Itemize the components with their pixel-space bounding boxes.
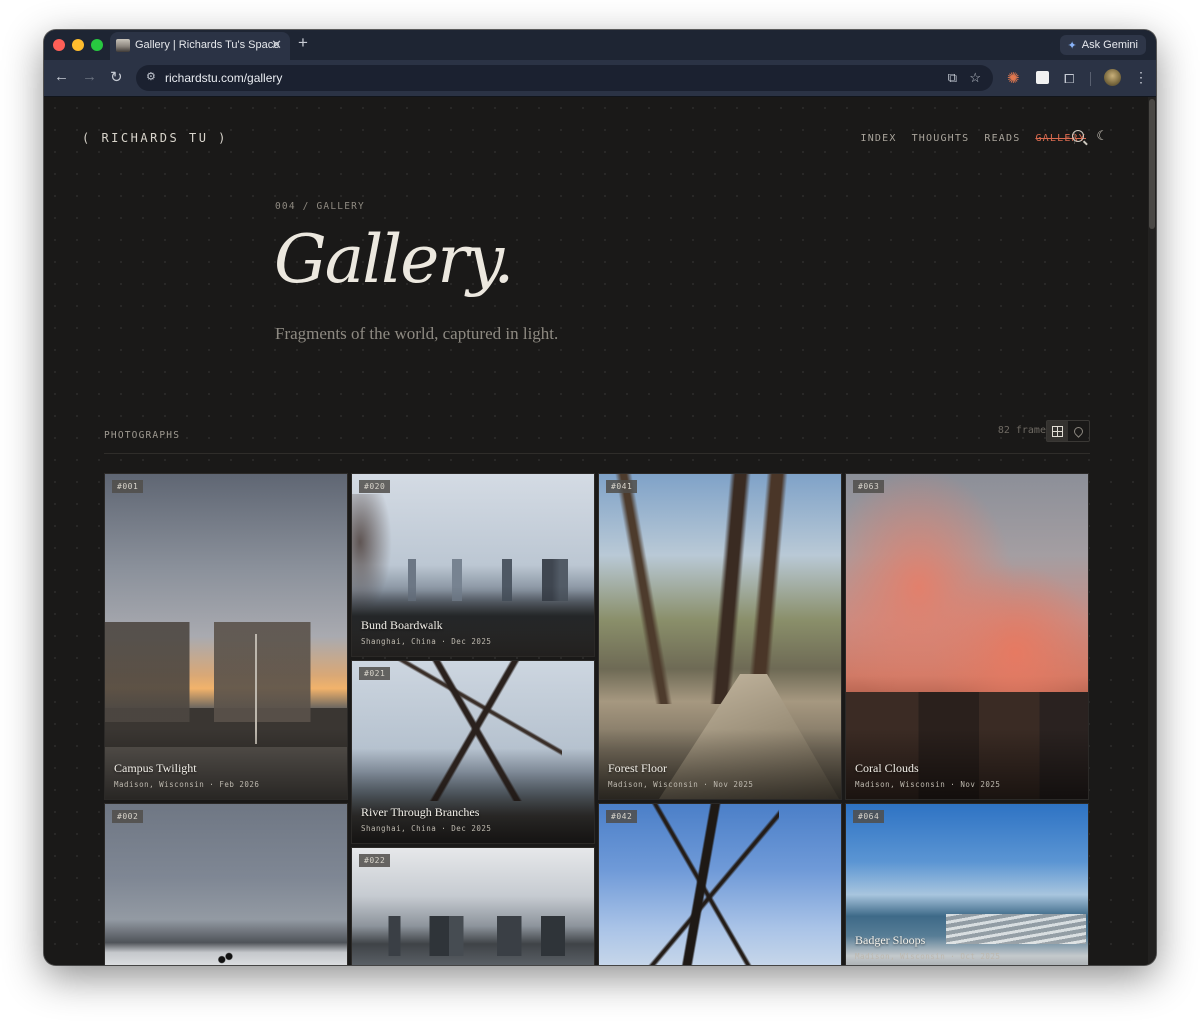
- photo-image: [105, 622, 347, 722]
- photo-caption: River Through Branches Shanghai, China ·…: [361, 805, 491, 833]
- profile-avatar[interactable]: [1104, 69, 1121, 86]
- photo-number: #021: [359, 667, 391, 680]
- browser-window: Gallery | Richards Tu's Space ✕ + ✦ Ask …: [44, 30, 1156, 965]
- tab-bar: Gallery | Richards Tu's Space ✕ + ✦ Ask …: [44, 30, 1156, 60]
- close-tab-icon[interactable]: ✕: [271, 37, 282, 53]
- photo-card[interactable]: #064 Badger Sloops Madison, Wisconsin · …: [845, 803, 1089, 965]
- photo-caption: Campus Twilight Madison, Wisconsin · Feb…: [114, 761, 259, 789]
- photo-title: Bund Boardwalk: [361, 618, 443, 632]
- photo-title: Badger Sloops: [855, 933, 926, 947]
- site-logo[interactable]: ( RICHARDS TU ): [82, 131, 228, 145]
- photo-number: #042: [606, 810, 638, 823]
- page-subtitle: Fragments of the world, captured in ligh…: [275, 324, 559, 343]
- photo-meta: Madison, Wisconsin · Feb 2026: [114, 780, 260, 789]
- photo-number: #020: [359, 480, 391, 493]
- view-toggle: [1046, 420, 1090, 442]
- back-arrow-icon[interactable]: ←: [54, 68, 69, 85]
- photo-caption: Badger Sloops Madison, Wisconsin · Oct 2…: [855, 933, 1000, 961]
- photo-meta: Madison, Wisconsin · Nov 2025: [608, 780, 754, 789]
- photo-title: Coral Clouds: [855, 761, 919, 775]
- ask-gemini-label: Ask Gemini: [1081, 39, 1138, 51]
- section-divider: [104, 453, 1090, 454]
- gemini-sparkle-icon: ✦: [1067, 39, 1077, 52]
- nav-icons: ☾: [1072, 129, 1108, 142]
- photo-meta: Shanghai, China · Dec 2025: [361, 824, 492, 833]
- theme-toggle-moon-icon[interactable]: ☾: [1096, 129, 1108, 142]
- photo-card[interactable]: #020 Bund Boardwalk Shanghai, China · De…: [351, 473, 595, 657]
- photo-title: River Through Branches: [361, 805, 480, 819]
- photo-image: [619, 804, 779, 965]
- bookmark-star-icon[interactable]: ☆: [969, 70, 981, 86]
- photo-image-detail: [255, 634, 257, 744]
- photo-number: #022: [359, 854, 391, 867]
- photo-number: #041: [606, 480, 638, 493]
- site-info-icon[interactable]: ⚙: [146, 70, 156, 83]
- browser-tab[interactable]: Gallery | Richards Tu's Space ✕: [110, 32, 290, 60]
- photo-number: #064: [853, 810, 885, 823]
- browser-menu-icon[interactable]: ⋮: [1134, 69, 1148, 86]
- grid-icon: [1052, 425, 1063, 437]
- map-pin-icon: [1072, 424, 1085, 438]
- photo-image: [599, 474, 841, 704]
- address-bar[interactable]: ⚙ richardstu.com/gallery ⧉ ☆: [136, 65, 993, 91]
- breadcrumb: 004 / GALLERY: [275, 201, 365, 212]
- browser-toolbar: ← → ↻ ⚙ richardstu.com/gallery ⧉ ☆ ✺ ⧠ ⋮: [44, 60, 1156, 97]
- extension-box-icon[interactable]: [1036, 71, 1049, 84]
- page-title: Gallery.: [274, 221, 514, 298]
- forward-arrow-icon[interactable]: →: [82, 68, 97, 85]
- photo-number: #063: [853, 480, 885, 493]
- extensions-puzzle-icon[interactable]: ⧠: [1064, 71, 1074, 87]
- map-view-button[interactable]: [1068, 421, 1089, 441]
- favicon-icon: [116, 39, 130, 52]
- ask-gemini-button[interactable]: ✦ Ask Gemini: [1059, 35, 1146, 55]
- photo-meta: Madison, Wisconsin · Nov 2025: [855, 780, 1001, 789]
- photo-caption: Forest Floor Madison, Wisconsin · Nov 20…: [608, 761, 753, 789]
- photo-title: Campus Twilight: [114, 761, 197, 775]
- page-scrollbar[interactable]: [1148, 97, 1156, 965]
- photo-caption: Bund Boardwalk Shanghai, China · Dec 202…: [361, 618, 491, 646]
- photo-meta: Shanghai, China · Dec 2025: [361, 637, 492, 646]
- photo-caption: Coral Clouds Madison, Wisconsin · Nov 20…: [855, 761, 1000, 789]
- photo-card[interactable]: #021 River Through Branches Shanghai, Ch…: [351, 660, 595, 844]
- nav-link-thoughts[interactable]: THOUGHTS: [912, 133, 970, 144]
- photo-card[interactable]: #042: [598, 803, 842, 965]
- photo-card[interactable]: #041 Forest Floor Madison, Wisconsin · N…: [598, 473, 842, 800]
- photo-image: [352, 916, 594, 956]
- reload-icon[interactable]: ↻: [110, 68, 123, 86]
- photo-card[interactable]: #001 Campus Twilight Madison, Wisconsin …: [104, 473, 348, 800]
- frames-count: 82 frames: [997, 425, 1052, 436]
- scrollbar-thumb[interactable]: [1149, 99, 1155, 229]
- photo-number: #002: [112, 810, 144, 823]
- claude-extension-icon[interactable]: ✺: [1007, 69, 1020, 87]
- zoom-window-button[interactable]: [91, 39, 103, 51]
- photo-number: #001: [112, 480, 144, 493]
- nav-link-index[interactable]: INDEX: [860, 133, 896, 144]
- nav-link-reads[interactable]: READS: [984, 133, 1020, 144]
- photo-meta: Madison, Wisconsin · Oct 2025: [855, 952, 1001, 961]
- site-nav: INDEX THOUGHTS READS GALLERY: [860, 133, 1086, 144]
- page-content: ( RICHARDS TU ) INDEX THOUGHTS READS GAL…: [44, 97, 1148, 965]
- url-text[interactable]: richardstu.com/gallery: [165, 71, 282, 85]
- minimize-window-button[interactable]: [72, 39, 84, 51]
- photo-card[interactable]: #002: [104, 803, 348, 965]
- search-icon[interactable]: [1072, 129, 1085, 142]
- new-tab-button[interactable]: +: [298, 33, 308, 53]
- photo-title: Forest Floor: [608, 761, 668, 775]
- install-app-icon[interactable]: ⧉: [948, 70, 957, 86]
- grid-view-button[interactable]: [1047, 421, 1068, 441]
- tab-title: Gallery | Richards Tu's Space: [135, 39, 280, 51]
- photo-image: [217, 950, 233, 965]
- photo-card[interactable]: #022: [351, 847, 595, 965]
- close-window-button[interactable]: [53, 39, 65, 51]
- section-label: PHOTOGRAPHS: [104, 430, 181, 441]
- toolbar-divider: [1090, 72, 1091, 86]
- photo-card[interactable]: #063 Coral Clouds Madison, Wisconsin · N…: [845, 473, 1089, 800]
